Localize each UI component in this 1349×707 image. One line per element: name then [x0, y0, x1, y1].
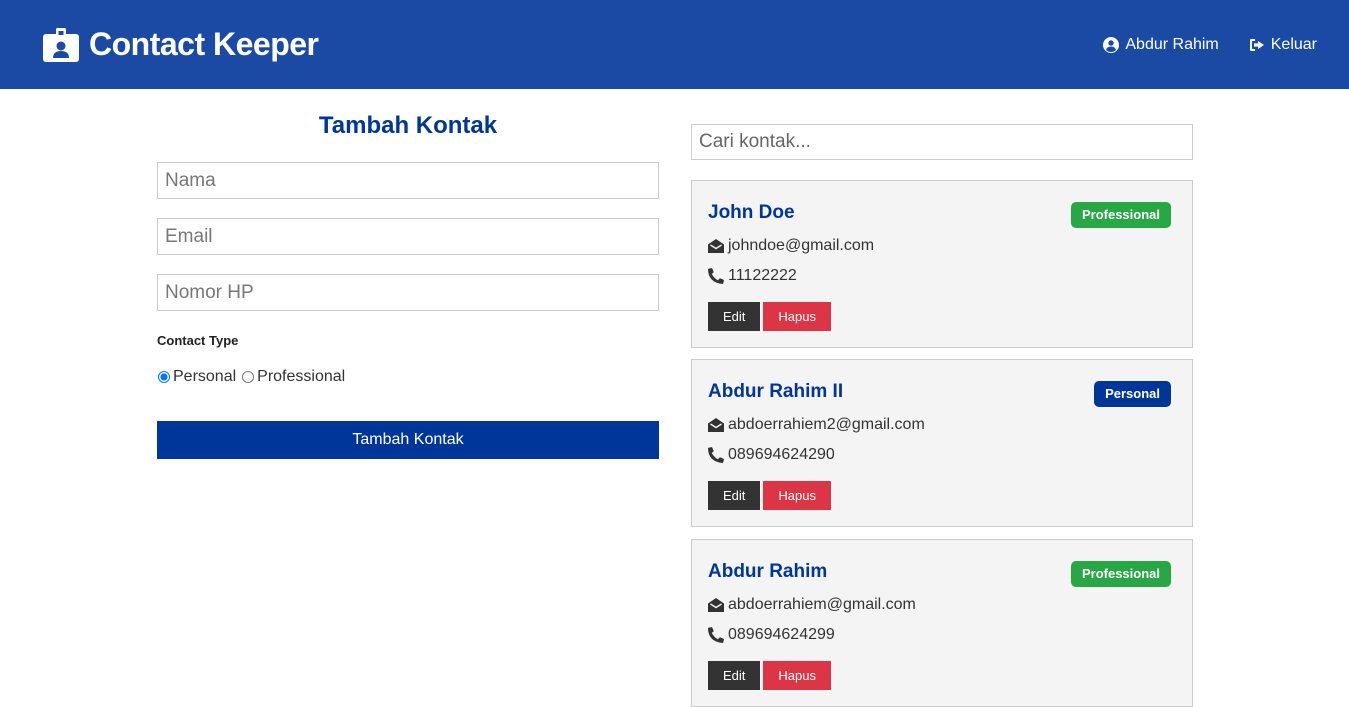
contact-phone: 089694624290	[728, 446, 835, 463]
phone-icon	[708, 447, 724, 463]
email-input[interactable]	[157, 218, 659, 255]
contact-email: abdoerrahiem@gmail.com	[728, 596, 916, 613]
contact-type-radios: Personal Professional	[157, 368, 350, 386]
delete-button[interactable]: Hapus	[763, 481, 831, 510]
contact-card: Abdur Rahim Professional abdoerrahiem@gm…	[691, 539, 1193, 707]
delete-button[interactable]: Hapus	[763, 302, 831, 331]
search-input[interactable]	[691, 124, 1193, 160]
user-circle-icon	[1103, 36, 1120, 53]
app-title: Contact Keeper	[89, 26, 319, 62]
edit-button[interactable]: Edit	[708, 661, 761, 690]
professional-radio-label: Professional	[257, 368, 346, 385]
contact-name: John Doe	[708, 202, 795, 223]
contact-actions: Edit Hapus	[708, 661, 831, 690]
personal-radio[interactable]	[158, 371, 170, 383]
contact-type-badge: Professional	[1070, 202, 1171, 228]
contact-phone-row: 089694624290	[708, 446, 835, 464]
navbar: Contact Keeper Abdur Rahim Keluar	[0, 0, 1349, 89]
contact-card: John Doe Professional johndoe@gmail.com …	[691, 180, 1193, 348]
contact-type-badge: Personal	[1094, 381, 1171, 407]
delete-button[interactable]: Hapus	[763, 661, 831, 690]
phone-input[interactable]	[157, 274, 659, 311]
add-contact-form: Tambah Kontak Contact Type Personal Prof…	[157, 89, 659, 459]
name-input[interactable]	[157, 162, 659, 199]
user-name: Abdur Rahim	[1125, 35, 1219, 53]
contact-email-row: johndoe@gmail.com	[708, 237, 874, 255]
envelope-open-icon	[708, 238, 724, 254]
professional-radio[interactable]	[242, 371, 255, 383]
contact-type-badge: Professional	[1070, 561, 1171, 587]
contact-name: Abdur Rahim II	[708, 381, 844, 402]
id-badge-icon	[43, 27, 79, 62]
contact-email-row: abdoerrahiem@gmail.com	[708, 596, 916, 614]
edit-button[interactable]: Edit	[708, 481, 761, 510]
logout-label: Keluar	[1270, 35, 1317, 53]
user-profile-link[interactable]: Abdur Rahim	[1103, 35, 1219, 54]
logout-link[interactable]: Keluar	[1249, 36, 1317, 54]
form-title: Tambah Kontak	[318, 112, 498, 139]
contact-phone: 089694624299	[728, 626, 835, 643]
add-contact-button[interactable]: Tambah Kontak	[157, 421, 659, 459]
contact-email-row: abdoerrahiem2@gmail.com	[708, 416, 925, 434]
contact-phone-row: 11122222	[708, 267, 797, 285]
brand[interactable]: Contact Keeper	[43, 26, 319, 63]
contact-name: Abdur Rahim	[708, 561, 828, 582]
contact-card: Abdur Rahim II Personal abdoerrahiem2@gm…	[691, 359, 1193, 527]
sign-out-icon	[1249, 37, 1265, 53]
contact-email: johndoe@gmail.com	[728, 237, 875, 254]
contact-phone: 11122222	[728, 267, 797, 284]
contact-type-label: Contact Type	[157, 333, 239, 348]
contact-phone-row: 089694624299	[708, 626, 835, 644]
envelope-open-icon	[708, 597, 724, 613]
contact-actions: Edit Hapus	[708, 481, 831, 510]
edit-button[interactable]: Edit	[708, 302, 761, 331]
contact-email: abdoerrahiem2@gmail.com	[728, 416, 925, 433]
personal-radio-label: Personal	[173, 368, 237, 385]
envelope-open-icon	[708, 417, 724, 433]
nav-links: Abdur Rahim Keluar	[1103, 36, 1317, 54]
phone-icon	[708, 268, 724, 284]
contact-actions: Edit Hapus	[708, 302, 831, 331]
phone-icon	[708, 627, 724, 643]
